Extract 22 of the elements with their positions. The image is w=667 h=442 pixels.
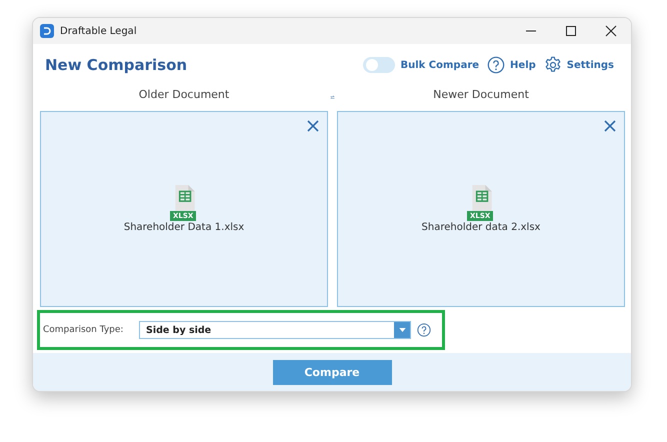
comparison-type-label: Comparison Type: <box>43 325 124 335</box>
window-title: Draftable Legal <box>60 26 137 36</box>
settings-link[interactable]: Settings <box>566 60 614 70</box>
help-link[interactable]: Help <box>510 60 536 70</box>
app-logo-icon <box>40 24 54 38</box>
document-heading: Older Document <box>138 88 230 103</box>
bulk-compare-label[interactable]: Bulk Compare <box>400 60 480 70</box>
help-icon[interactable] <box>487 56 506 74</box>
toggle-switch[interactable] <box>363 57 396 73</box>
settings-icon[interactable] <box>544 56 562 74</box>
file-name: Shareholder Data 1.xlsx <box>124 222 244 233</box>
page-title: New Comparison <box>45 56 188 74</box>
caret-icon <box>398 328 406 332</box>
remove-icon[interactable] <box>307 120 319 132</box>
document-heading: Newer Document <box>433 88 529 103</box>
comparison-type-dropdown[interactable]: Side by side <box>139 321 411 339</box>
compare-button[interactable]: Compare <box>272 360 392 385</box>
close-icon[interactable] <box>605 25 617 37</box>
maximize-icon[interactable] <box>565 25 577 37</box>
remove-icon[interactable] <box>604 120 616 132</box>
help-icon[interactable] <box>417 323 431 337</box>
file-name: Shareholder data 2.xlsx <box>422 222 540 233</box>
